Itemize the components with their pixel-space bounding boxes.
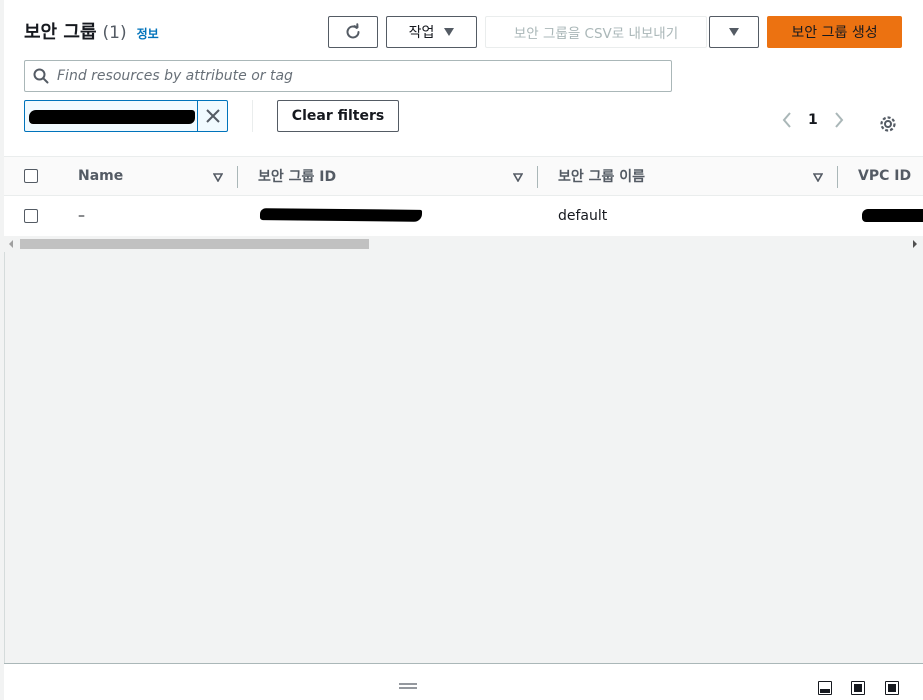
layout-side-icon[interactable]: [851, 681, 865, 695]
divider: [252, 100, 253, 132]
row-select-cell: [24, 196, 38, 236]
remove-filter-button[interactable]: [197, 101, 227, 131]
table-row[interactable]: – default: [4, 196, 923, 236]
sort-icon[interactable]: [513, 172, 523, 182]
actions-label: 작업: [408, 25, 435, 41]
column-header-name[interactable]: Name: [78, 157, 123, 195]
chevron-left-icon[interactable]: [782, 112, 792, 128]
drag-handle-icon[interactable]: [399, 683, 417, 689]
column-resizer[interactable]: [837, 166, 838, 188]
sort-icon[interactable]: [813, 172, 823, 182]
close-icon: [205, 109, 220, 123]
page-title: 보안 그룹 (1) 정보: [24, 18, 159, 44]
create-label: 보안 그룹 생성: [791, 25, 878, 41]
filter-token-text: [25, 101, 197, 131]
layout-bottom-icon[interactable]: [818, 681, 832, 695]
export-dropdown-button[interactable]: [709, 16, 759, 48]
gear-icon: [880, 116, 896, 132]
info-link[interactable]: 정보: [137, 25, 159, 42]
layout-full-icon[interactable]: [885, 681, 899, 695]
scroll-right-icon[interactable]: [913, 240, 917, 248]
column-header-group-id[interactable]: 보안 그룹 ID: [258, 157, 336, 195]
filter-token[interactable]: [24, 100, 228, 132]
column-label: Name: [78, 168, 124, 184]
row-checkbox[interactable]: [24, 209, 38, 223]
cell-group-name: default: [558, 208, 608, 224]
search-icon: [33, 68, 49, 84]
actions-button[interactable]: 작업: [386, 16, 477, 48]
refresh-icon: [346, 23, 360, 39]
create-security-group-button[interactable]: 보안 그룹 생성: [767, 16, 902, 48]
table-header: Name 보안 그룹 ID 보안 그룹 이름 VPC ID: [4, 156, 923, 196]
table-settings-button[interactable]: [878, 114, 898, 138]
search-bar[interactable]: [24, 60, 672, 92]
redaction: [29, 110, 195, 124]
redaction: [862, 209, 923, 222]
cell-name: –: [78, 208, 85, 224]
redaction: [259, 208, 423, 222]
column-resizer[interactable]: [537, 166, 538, 188]
column-header-group-name[interactable]: 보안 그룹 이름: [558, 157, 645, 195]
scrollbar-thumb[interactable]: [20, 239, 369, 249]
export-label: 보안 그룹을 CSV로 내보내기: [513, 26, 679, 42]
caret-down-icon: [729, 28, 739, 36]
caret-down-icon: [444, 28, 455, 36]
select-all-cell: [24, 157, 38, 195]
column-resizer[interactable]: [237, 166, 238, 188]
column-label: VPC ID: [858, 168, 912, 184]
title-count: (1): [102, 23, 127, 43]
page-number[interactable]: 1: [808, 112, 818, 128]
scroll-left-icon[interactable]: [9, 240, 13, 248]
select-all-checkbox[interactable]: [24, 169, 38, 183]
clear-filters-button[interactable]: Clear filters: [277, 100, 399, 132]
column-label: 보안 그룹 이름: [558, 169, 646, 185]
sort-icon[interactable]: [213, 172, 223, 182]
title-text: 보안 그룹: [24, 22, 97, 43]
split-panel-bar: [4, 663, 923, 700]
horizontal-scrollbar[interactable]: [4, 236, 923, 252]
search-input[interactable]: [57, 68, 647, 84]
chevron-right-icon[interactable]: [834, 112, 844, 128]
column-label: 보안 그룹 ID: [258, 169, 337, 185]
export-csv-button[interactable]: 보안 그룹을 CSV로 내보내기: [485, 16, 707, 48]
refresh-button[interactable]: [328, 16, 378, 48]
clear-filters-label: Clear filters: [291, 108, 385, 124]
pagination: 1: [782, 112, 844, 128]
column-header-vpc-id[interactable]: VPC ID: [858, 157, 911, 195]
